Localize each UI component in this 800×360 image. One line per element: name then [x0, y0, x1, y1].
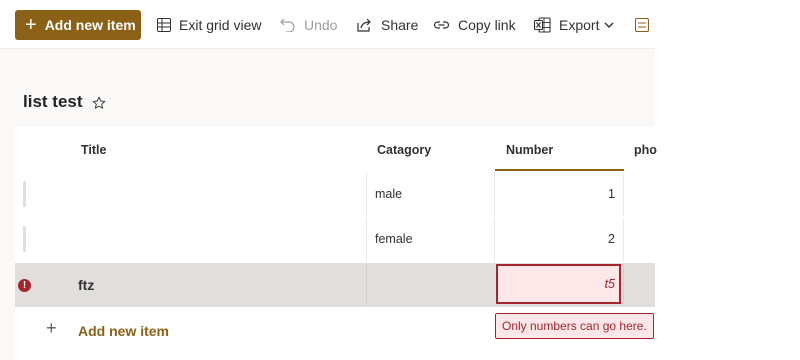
share-label: Share	[381, 17, 419, 33]
column-divider	[366, 264, 367, 306]
column-header-number[interactable]: Number	[506, 143, 553, 157]
copy-link-label: Copy link	[458, 17, 516, 33]
column-divider	[623, 172, 624, 216]
plus-icon[interactable]: +	[46, 319, 57, 337]
copy-link-button[interactable]: Copy link	[433, 14, 516, 36]
add-new-item-label: Add new item	[44, 17, 136, 33]
validation-tooltip: Only numbers can go here.	[495, 313, 654, 339]
row-grip[interactable]	[23, 181, 26, 207]
add-new-item-link[interactable]: Add new item	[78, 323, 169, 339]
column-divider	[623, 218, 624, 262]
column-divider	[366, 218, 367, 262]
cell-category[interactable]: female	[375, 232, 413, 246]
row-grip[interactable]	[23, 226, 26, 252]
undo-icon	[280, 18, 295, 32]
undo-label: Undo	[304, 17, 338, 33]
exit-grid-view-button[interactable]: Exit grid view	[157, 14, 261, 36]
column-divider	[366, 172, 367, 216]
error-icon: !	[18, 279, 31, 292]
exit-grid-view-label: Exit grid view	[179, 17, 262, 33]
list-title: list test	[23, 92, 83, 111]
grid-icon	[157, 18, 171, 32]
plus-icon: +	[25, 14, 37, 36]
empty-area	[655, 0, 800, 360]
column-divider	[494, 218, 495, 262]
cell-category[interactable]: male	[375, 187, 402, 201]
chevron-down-icon	[604, 22, 614, 28]
export-label: Export	[559, 17, 600, 33]
column-header-phone[interactable]: pho	[634, 143, 657, 157]
invalid-value[interactable]: t5	[560, 277, 615, 291]
add-new-item-button[interactable]: + Add new item	[15, 10, 141, 40]
undo-button[interactable]: Undo	[280, 14, 337, 36]
star-icon[interactable]	[92, 96, 106, 110]
cell-title[interactable]: ftz	[78, 277, 94, 293]
column-header-row	[15, 127, 655, 172]
export-button[interactable]: Export	[534, 14, 614, 36]
cell-number[interactable]: 1	[555, 187, 615, 201]
column-header-title[interactable]: Title	[81, 143, 106, 157]
column-divider	[494, 172, 495, 216]
share-icon	[357, 18, 371, 32]
link-icon	[433, 21, 450, 29]
form-icon	[635, 18, 649, 32]
cell-number[interactable]: 2	[555, 232, 615, 246]
excel-icon	[534, 17, 551, 33]
share-button[interactable]: Share	[357, 14, 418, 36]
column-header-category[interactable]: Catagory	[377, 143, 431, 157]
column-divider	[623, 264, 624, 306]
form-button[interactable]	[635, 14, 657, 36]
